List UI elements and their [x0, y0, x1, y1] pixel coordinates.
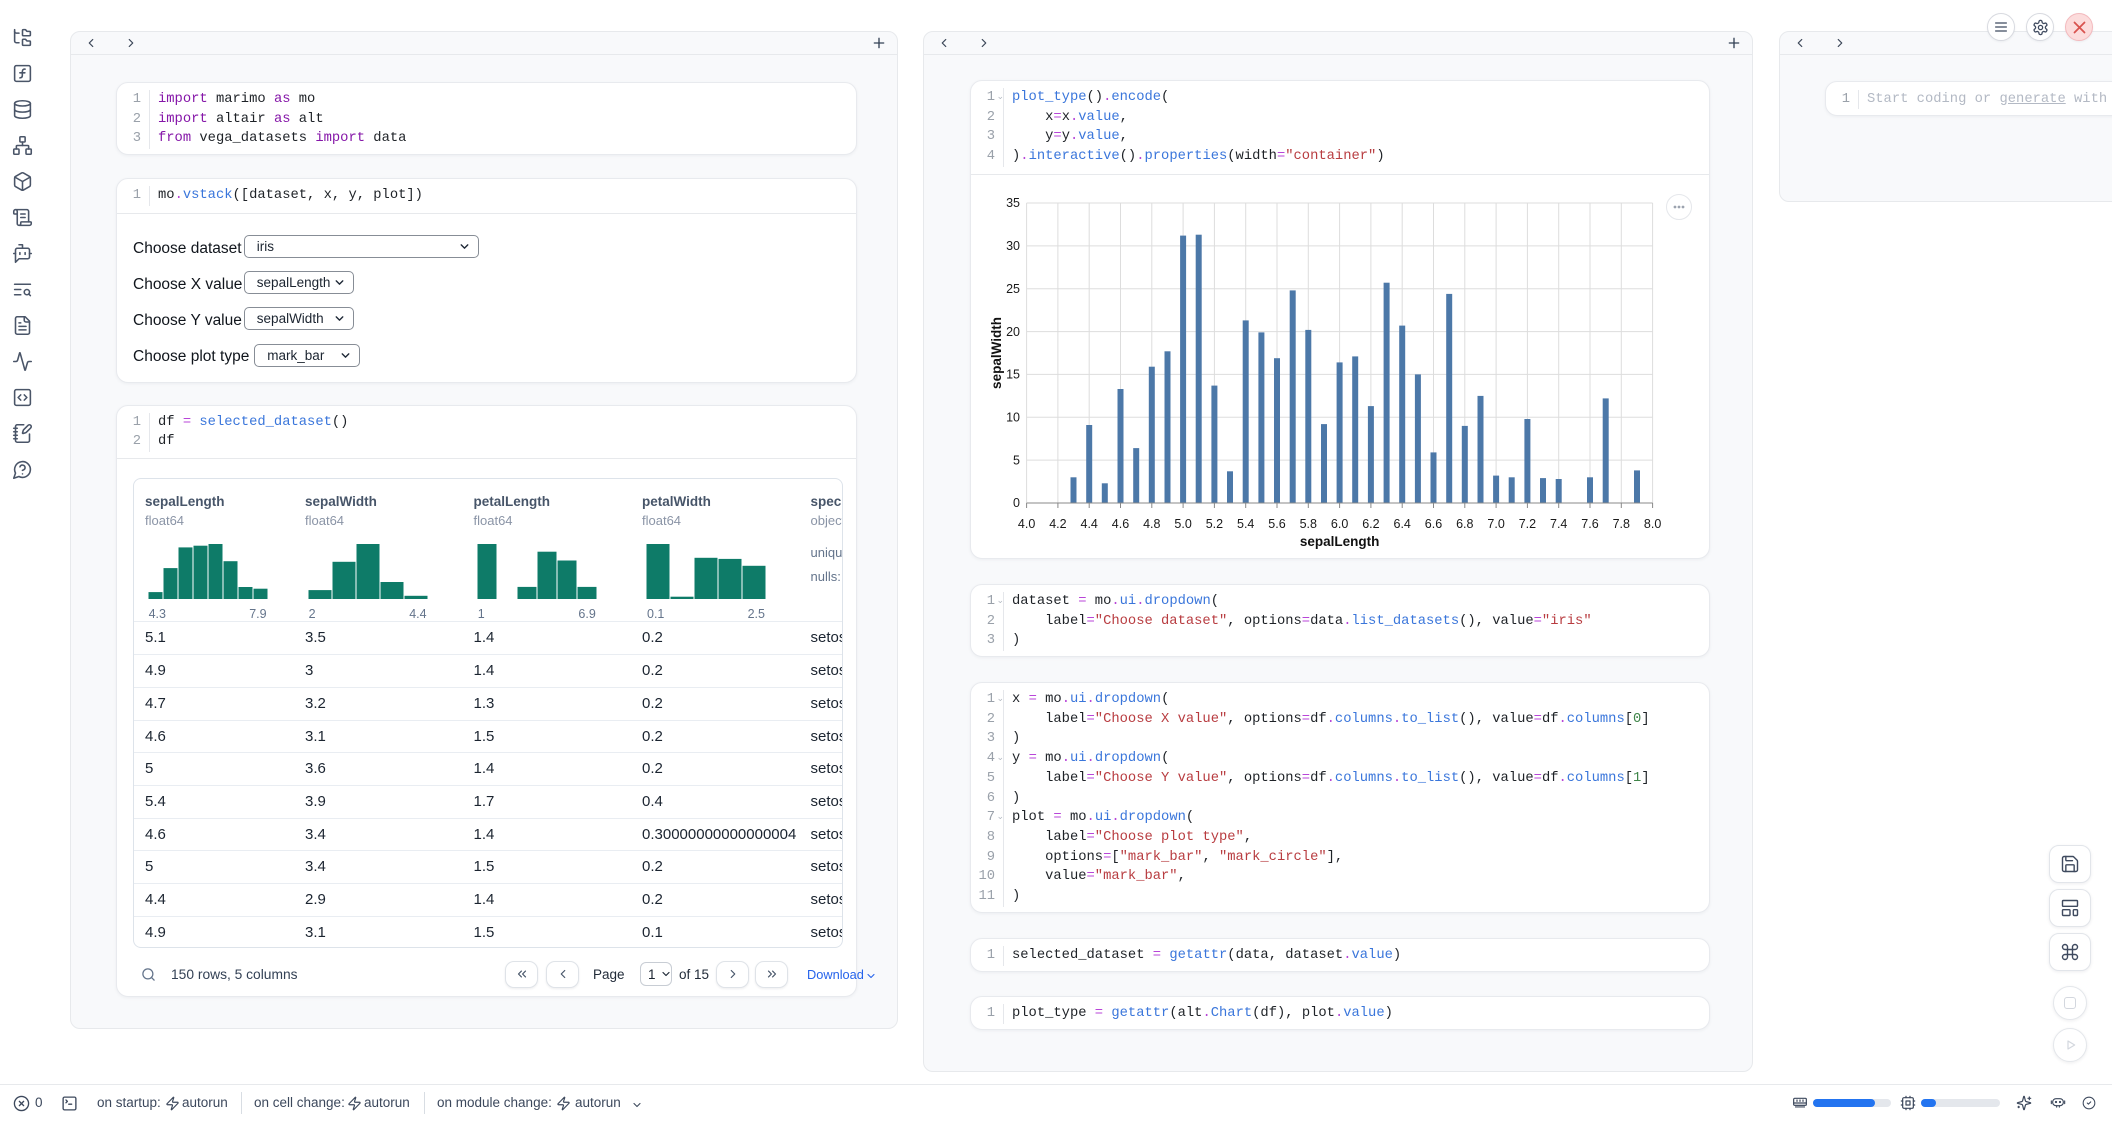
svg-text:8.0: 8.0 — [1644, 517, 1661, 531]
svg-text:5.0: 5.0 — [1174, 517, 1191, 531]
svg-text:6.6: 6.6 — [1425, 517, 1442, 531]
svg-text:7.0: 7.0 — [1487, 517, 1504, 531]
svg-text:7.2: 7.2 — [1519, 517, 1536, 531]
svg-text:20: 20 — [1006, 325, 1020, 339]
svg-text:35: 35 — [1006, 196, 1020, 210]
svg-text:sepalLength: sepalLength — [1300, 534, 1380, 549]
svg-text:6.4: 6.4 — [1394, 517, 1411, 531]
svg-text:7.6: 7.6 — [1581, 517, 1598, 531]
svg-text:0: 0 — [1013, 496, 1020, 510]
svg-text:25: 25 — [1006, 282, 1020, 296]
svg-text:4.8: 4.8 — [1143, 517, 1160, 531]
svg-text:30: 30 — [1006, 239, 1020, 253]
svg-text:6.2: 6.2 — [1362, 517, 1379, 531]
svg-text:6.0: 6.0 — [1331, 517, 1348, 531]
svg-text:4.6: 4.6 — [1112, 517, 1129, 531]
svg-text:5.8: 5.8 — [1300, 517, 1317, 531]
svg-text:10: 10 — [1006, 410, 1020, 424]
svg-text:4.0: 4.0 — [1018, 517, 1035, 531]
svg-text:4.2: 4.2 — [1049, 517, 1066, 531]
svg-text:15: 15 — [1006, 367, 1020, 381]
svg-text:5.2: 5.2 — [1206, 517, 1223, 531]
svg-text:sepalWidth: sepalWidth — [989, 317, 1004, 389]
svg-text:5.4: 5.4 — [1237, 517, 1254, 531]
svg-text:5.6: 5.6 — [1268, 517, 1285, 531]
svg-text:6.8: 6.8 — [1456, 517, 1473, 531]
svg-text:5: 5 — [1013, 453, 1020, 467]
svg-text:7.4: 7.4 — [1550, 517, 1567, 531]
svg-text:7.8: 7.8 — [1613, 517, 1630, 531]
svg-text:4.4: 4.4 — [1081, 517, 1098, 531]
